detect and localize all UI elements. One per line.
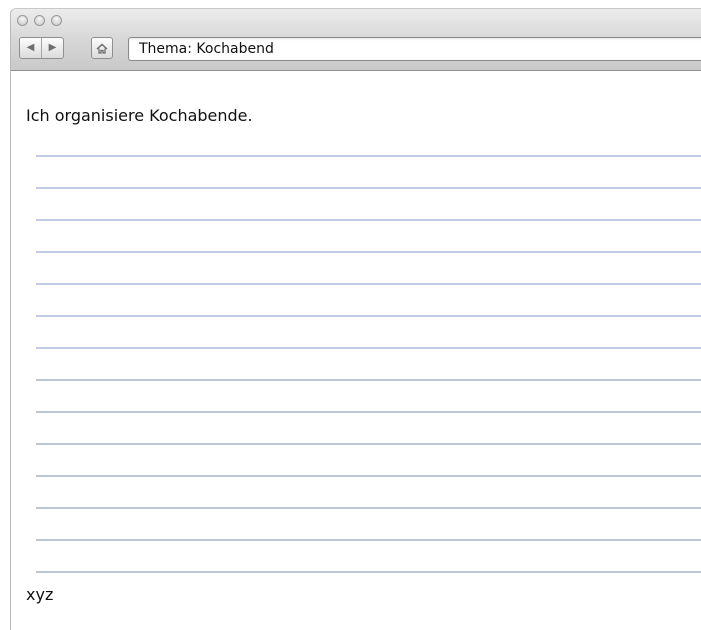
outro-text: xyz: [26, 585, 54, 604]
back-icon: ◀: [26, 42, 35, 53]
writing-line: [36, 411, 701, 413]
minimize-window-button[interactable]: [34, 15, 45, 26]
writing-line: [36, 155, 701, 157]
page-content: Ich organisiere Kochabende. xyz: [11, 72, 701, 630]
writing-line: [36, 443, 701, 445]
close-window-button[interactable]: [17, 15, 28, 26]
writing-line: [36, 379, 701, 381]
address-text: Thema: Kochabend: [139, 41, 274, 57]
zoom-window-button[interactable]: [51, 15, 62, 26]
writing-line: [36, 539, 701, 541]
writing-line: [36, 571, 701, 573]
writing-line: [36, 251, 701, 253]
writing-line: [36, 187, 701, 189]
home-button[interactable]: [91, 37, 113, 59]
writing-line: [36, 347, 701, 349]
address-bar[interactable]: Thema: Kochabend: [128, 37, 701, 61]
navigation-buttons: ◀ ▶: [19, 37, 64, 59]
writing-line: [36, 219, 701, 221]
forward-icon: ▶: [48, 42, 57, 53]
browser-window: ◀ ▶ Thema: Kochabend Ich organisiere Koc…: [10, 8, 701, 630]
writing-line: [36, 283, 701, 285]
home-icon: [96, 42, 108, 54]
intro-text: Ich organisiere Kochabende.: [26, 106, 253, 125]
toolbar: ◀ ▶ Thema: Kochabend: [11, 9, 701, 71]
forward-button[interactable]: ▶: [41, 38, 63, 58]
writing-line: [36, 475, 701, 477]
writing-line: [36, 315, 701, 317]
back-button[interactable]: ◀: [20, 38, 41, 58]
writing-line: [36, 507, 701, 509]
window-controls: [17, 15, 62, 26]
